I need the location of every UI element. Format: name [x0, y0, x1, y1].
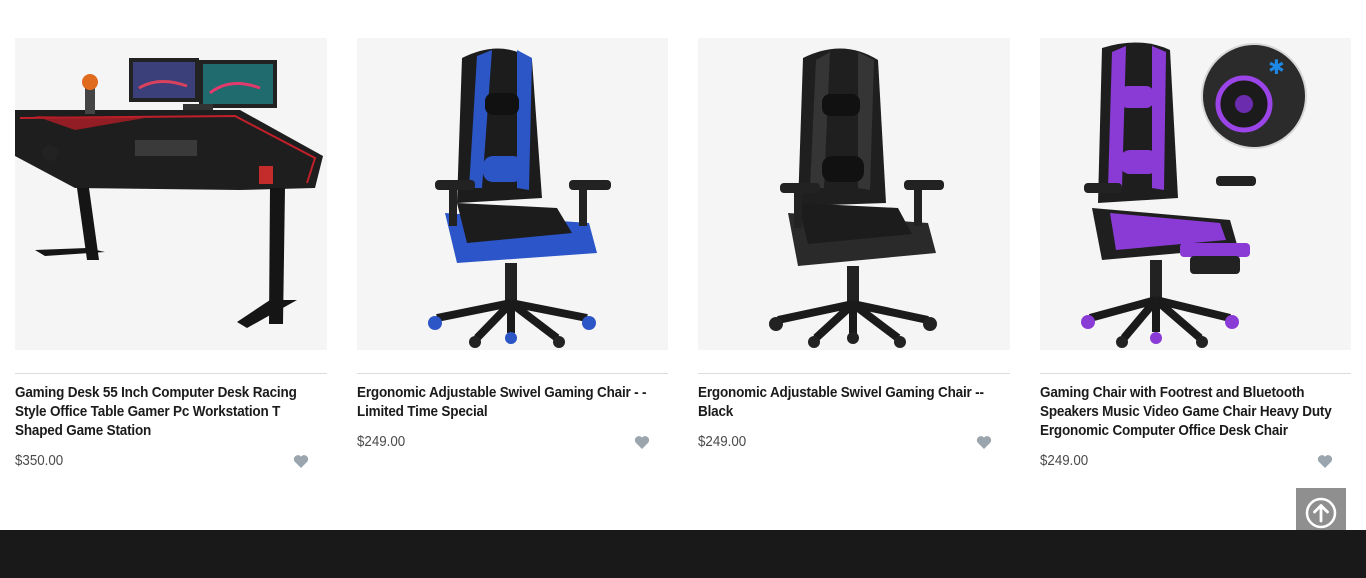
- product-price: $249.00: [1040, 453, 1089, 469]
- black-gaming-chair-image: [698, 38, 1010, 350]
- card-divider: [15, 373, 327, 374]
- product-image[interactable]: ✱: [1040, 38, 1351, 350]
- price-row: $249.00: [1040, 451, 1351, 471]
- product-title[interactable]: Gaming Chair with Footrest and Bluetooth…: [1040, 383, 1356, 440]
- site-footer: [0, 530, 1366, 578]
- product-card: Ergonomic Adjustable Swivel Gaming Chair…: [698, 38, 1010, 452]
- heart-icon[interactable]: [293, 454, 309, 469]
- card-divider: [698, 373, 1010, 374]
- heart-icon[interactable]: [1317, 454, 1333, 469]
- product-price: $249.00: [357, 434, 406, 450]
- product-title[interactable]: Ergonomic Adjustable Swivel Gaming Chair…: [698, 383, 1015, 421]
- product-title[interactable]: Ergonomic Adjustable Swivel Gaming Chair…: [357, 383, 673, 421]
- product-image[interactable]: [698, 38, 1010, 350]
- product-title[interactable]: Gaming Desk 55 Inch Computer Desk Racing…: [15, 383, 332, 440]
- price-row: $350.00: [15, 451, 327, 471]
- product-image[interactable]: [15, 38, 327, 350]
- heart-icon[interactable]: [976, 435, 992, 450]
- product-image[interactable]: [357, 38, 668, 350]
- price-row: $249.00: [357, 432, 668, 452]
- blue-gaming-chair-image: [357, 38, 668, 350]
- product-card: Gaming Desk 55 Inch Computer Desk Racing…: [15, 38, 327, 471]
- gaming-desk-image: [15, 38, 327, 350]
- product-grid: Gaming Desk 55 Inch Computer Desk Racing…: [15, 38, 1351, 478]
- purple-gaming-chair-image: ✱: [1040, 38, 1351, 350]
- product-price: $249.00: [698, 434, 747, 450]
- svg-text:✱: ✱: [1268, 55, 1285, 79]
- card-divider: [1040, 373, 1351, 374]
- card-divider: [357, 373, 668, 374]
- heart-icon[interactable]: [634, 435, 650, 450]
- price-row: $249.00: [698, 432, 1010, 452]
- product-price: $350.00: [15, 453, 64, 469]
- product-card: Ergonomic Adjustable Swivel Gaming Chair…: [357, 38, 668, 452]
- product-card: ✱ Gaming Chair with Footrest and Bluetoo…: [1040, 38, 1351, 471]
